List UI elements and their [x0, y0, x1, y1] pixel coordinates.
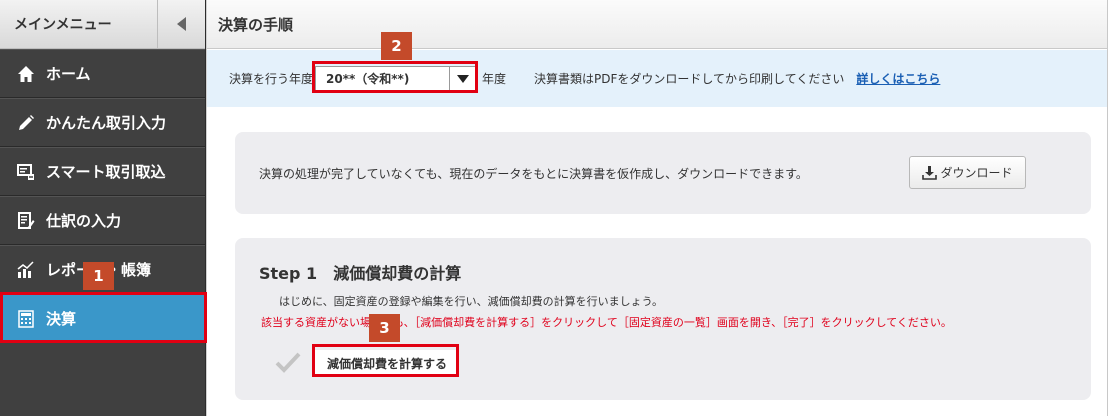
download-panel: 決算の処理が完了していなくても、現在のデータをもとに決算書を仮作成し、ダウンロー…: [235, 132, 1091, 214]
details-link[interactable]: 詳しくはこちら: [856, 70, 940, 87]
chevron-left-icon: [176, 17, 186, 31]
step1-description: はじめに、固定資産の登録や編集を行い、減価償却費の計算を行いましょう。: [279, 295, 664, 308]
step-badge-1: 1: [83, 262, 114, 290]
checkmark-icon: [275, 352, 301, 373]
step1-title: 減価償却費の計算: [333, 264, 462, 283]
sidebar-item-label: 仕訳の入力: [46, 212, 122, 230]
highlight-box-closing: [0, 292, 207, 343]
step-badge-3: 3: [369, 314, 400, 342]
step1-number: Step 1: [259, 264, 318, 283]
fiscal-year-suffix: 年度: [482, 72, 507, 86]
import-icon: [16, 162, 36, 182]
highlight-box-year-select: [312, 61, 478, 93]
download-button-label: ダウンロード: [940, 166, 1013, 180]
step1-heading: Step 1 減価償却費の計算: [259, 260, 461, 284]
download-message: 決算の処理が完了していなくても、現在のデータをもとに決算書を仮作成し、ダウンロー…: [259, 167, 808, 181]
sidebar-header: メインメニュー: [0, 0, 205, 49]
step1-warning: 該当する資産がない場合でも、［減価償却費を計算する］をクリックして［固定資産の一…: [261, 316, 952, 329]
sidebar-collapse-button[interactable]: [157, 0, 205, 48]
home-icon: [16, 64, 36, 84]
page-title: 決算の手順: [218, 15, 294, 34]
highlight-box-calc-button: [312, 344, 459, 377]
sidebar-item-label: かんたん取引入力: [46, 114, 167, 132]
step-badge-2: 2: [381, 32, 412, 60]
journal-icon: [16, 211, 36, 231]
download-icon: [922, 166, 938, 180]
sidebar-item-journal-entry[interactable]: 仕訳の入力: [0, 196, 205, 245]
sidebar-item-label: スマート取引取込: [46, 163, 166, 181]
sidebar: メインメニュー ホーム かんたん取引入力 スマート取引取込 仕訳の入力 レポート…: [0, 0, 206, 416]
sidebar-item-home[interactable]: ホーム: [0, 49, 205, 98]
sidebar-item-smart-import[interactable]: スマート取引取込: [0, 147, 205, 196]
fiscal-year-label: 決算を行う年度: [229, 72, 314, 86]
download-button[interactable]: ダウンロード: [909, 156, 1026, 189]
sidebar-item-label: ホーム: [46, 65, 91, 83]
sidebar-item-easy-entry[interactable]: かんたん取引入力: [0, 98, 205, 147]
page-header: 決算の手順: [207, 0, 1107, 49]
pencil-icon: [16, 113, 36, 133]
pdf-note: 決算書類はPDFをダウンロードしてから印刷してください: [534, 72, 845, 86]
chart-icon: [16, 260, 36, 280]
